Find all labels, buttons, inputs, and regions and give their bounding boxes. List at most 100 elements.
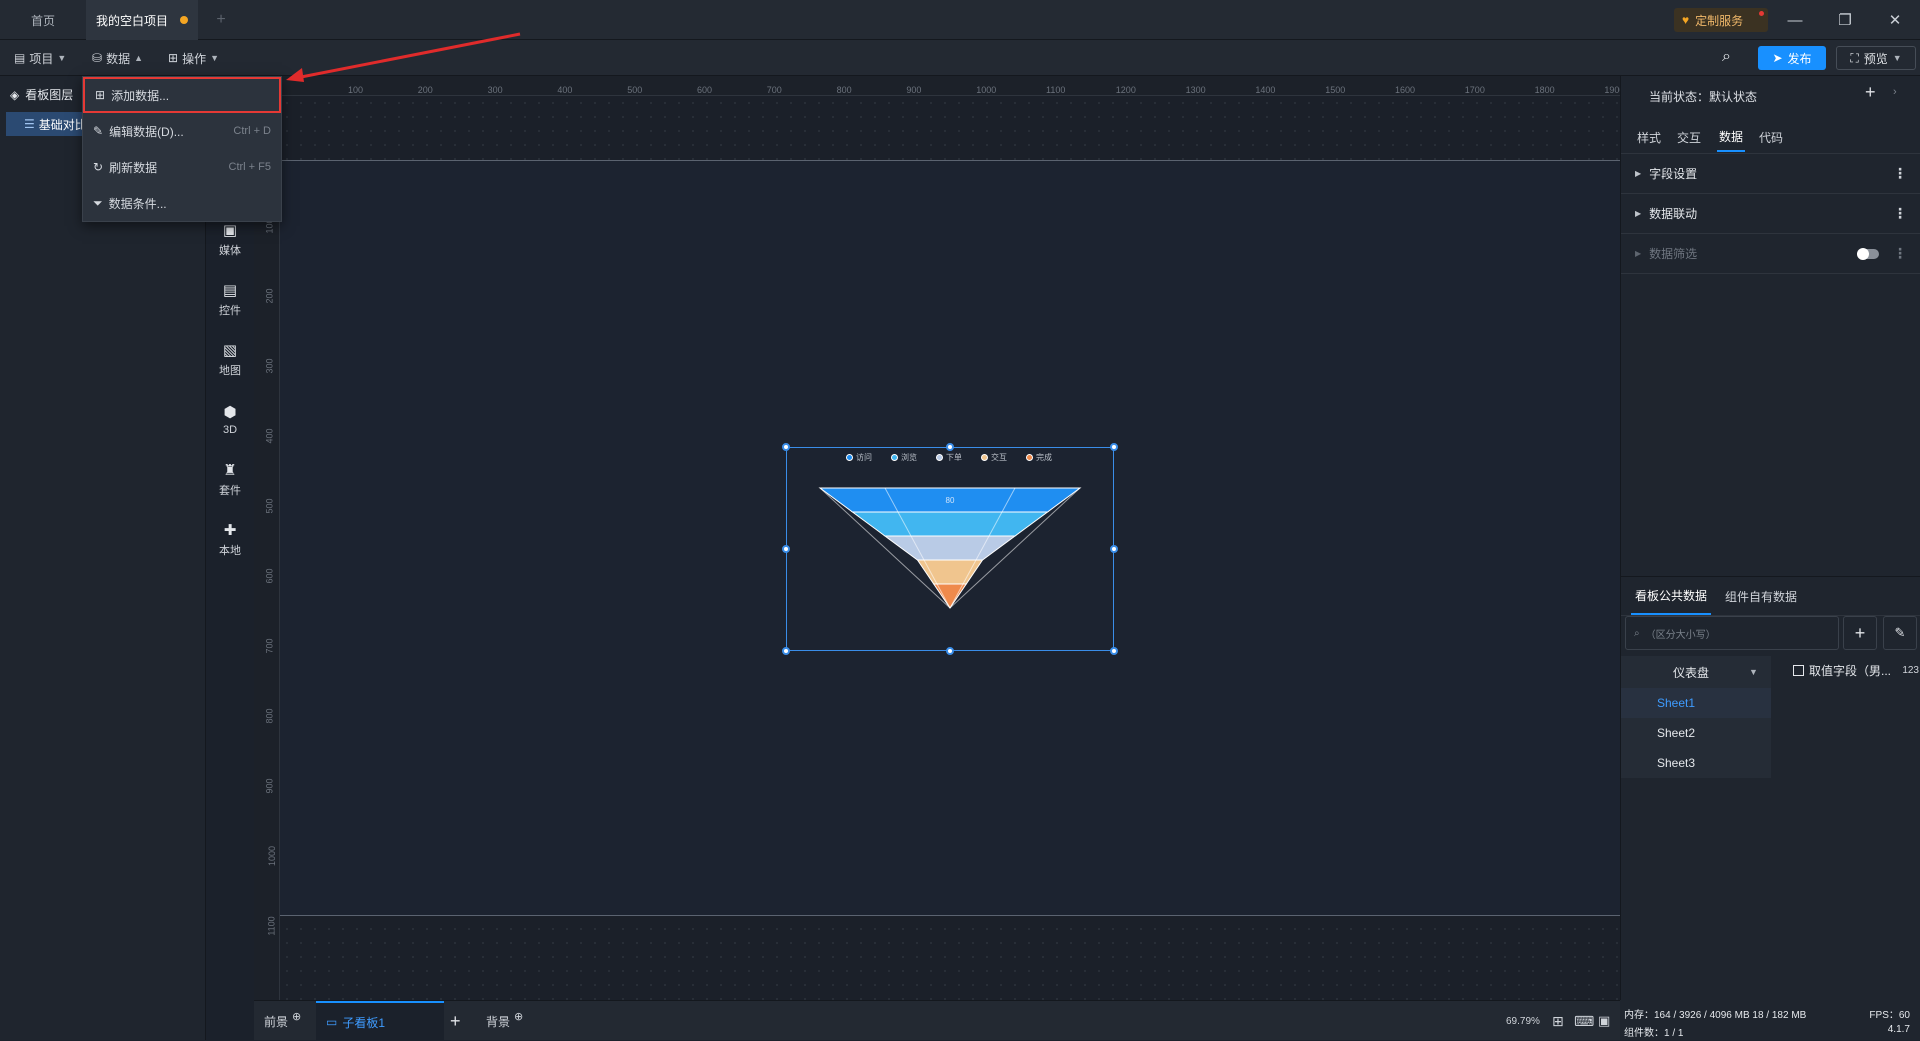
tab-public-data[interactable]: 看板公共数据 [1631, 577, 1712, 615]
add-data-button[interactable]: + [1843, 616, 1877, 650]
chevron-down-icon: ▼ [1892, 53, 1902, 63]
sheet-item[interactable]: Sheet1 [1621, 688, 1771, 718]
tab-interaction[interactable]: 交互 [1677, 122, 1701, 152]
field-checkbox[interactable] [1793, 665, 1804, 676]
category-3d[interactable]: ⬢ 3D [206, 390, 254, 448]
ruler-tick-label: 1100 [266, 916, 277, 936]
funnel-segment[interactable] [916, 559, 984, 585]
foreground-tab[interactable]: 前景 ⊕ [264, 1001, 301, 1041]
chevron-right-icon[interactable]: › [1893, 86, 1897, 98]
ruler-tick-label: 500 [627, 85, 643, 95]
source-select[interactable]: 仪表盘 ▼ [1621, 656, 1771, 688]
close-button[interactable]: ✕ [1870, 0, 1920, 40]
resize-handle-bl[interactable] [782, 647, 790, 655]
add-circle-icon[interactable]: ⊕ [292, 1010, 301, 1023]
resize-handle-tl[interactable] [782, 443, 790, 451]
ruler-tick-label: 1000 [267, 845, 278, 867]
add-circle-icon[interactable]: ⊕ [514, 1010, 523, 1023]
refresh-data-menu-item[interactable]: ↻ 刷新数据 Ctrl + F5 [83, 149, 281, 185]
legend-marker [891, 453, 898, 461]
category-kit[interactable]: ♜ 套件 [206, 450, 254, 508]
tab-project[interactable]: 我的空白项目 [86, 0, 198, 40]
legend-item[interactable]: 下单 [936, 451, 962, 463]
resize-handle-top[interactable] [946, 443, 954, 451]
add-data-menu-item[interactable]: ⊞ 添加数据... [83, 77, 281, 113]
zoom-level[interactable]: 69.79% [1506, 1001, 1540, 1041]
funnel-segment[interactable] [850, 511, 1050, 537]
tab-style[interactable]: 样式 [1637, 122, 1661, 152]
edit-icon[interactable]: ✎ [1883, 616, 1917, 650]
publish-button[interactable]: ➤ 发布 [1758, 46, 1826, 70]
data-menu[interactable]: ⛁ 数据 ▲ [92, 40, 143, 76]
publish-label: 发布 [1787, 51, 1812, 66]
category-3d-label: 3D [222, 423, 238, 436]
field-row[interactable]: 取值字段（男... 123 [1793, 662, 1919, 679]
sub-board-tab[interactable]: ▭ 子看板1 [316, 1001, 444, 1041]
sheet-item[interactable]: Sheet3 [1621, 748, 1771, 778]
category-local[interactable]: ✚ 本地 [206, 510, 254, 568]
field-settings-label: 字段设置 [1649, 167, 1698, 181]
operation-menu[interactable]: ⊞ 操作 ▼ [168, 40, 219, 76]
restore-button[interactable]: ❐ [1820, 0, 1870, 40]
project-menu-label: 项目 [29, 51, 54, 66]
caret-right-icon: ▶ [1635, 209, 1642, 218]
field-settings-section[interactable]: ▶ 字段设置 ⋮ [1621, 154, 1920, 194]
bottom-bar: 前景 ⊕ ▭ 子看板1 + 背景 ⊕ 69.79% ⊞ ⌨ ▣ [254, 1000, 1620, 1041]
minimize-button[interactable]: — [1770, 0, 1820, 40]
filter-toggle[interactable] [1857, 247, 1879, 260]
category-map[interactable]: ▧ 地图 [206, 330, 254, 388]
ruler-tick-label: 1600 [1395, 85, 1416, 95]
media-icon: ▣ [222, 221, 238, 239]
legend-label: 完成 [1036, 452, 1052, 462]
status-panel: 内存：164 / 3926 / 4096 MB 18 / 182 MB FPS：… [1620, 1000, 1920, 1040]
search-placeholder: （区分大小写） [1645, 629, 1716, 641]
preview-button[interactable]: ⛶ 预览 ▼ [1836, 46, 1916, 70]
vertical-ruler[interactable]: 100 200 300 400 500 600 700 800 900 1000 1100 [254, 96, 280, 1000]
resize-handle-br[interactable] [1110, 647, 1118, 655]
data-condition-menu-item[interactable]: ⏷ 数据条件... [83, 185, 281, 221]
operation-menu-label: 操作 [182, 51, 207, 66]
ruler-tick-label: 1000 [976, 85, 997, 95]
resize-handle-bottom[interactable] [946, 647, 954, 655]
funnel-segment[interactable] [883, 535, 1017, 561]
legend-item[interactable]: 访问 [846, 451, 872, 463]
resize-handle-tr[interactable] [1110, 443, 1118, 451]
tab-own-data[interactable]: 组件自有数据 [1725, 577, 1797, 615]
edit-data-menu-item[interactable]: ✎ 编辑数据(D)... Ctrl + D [83, 113, 281, 149]
terminal-icon[interactable]: ▣ [1598, 1013, 1610, 1029]
data-linkage-section[interactable]: ▶ 数据联动 ⋮ [1621, 194, 1920, 234]
layer-item[interactable]: ☰ 基础对比 [6, 112, 84, 136]
background-tab[interactable]: 背景 ⊕ [486, 1001, 523, 1041]
chart-legend: 访问 浏览 下单 交互 完成 [846, 451, 1086, 463]
add-board-button[interactable]: + [450, 1001, 461, 1041]
sheet-item[interactable]: Sheet2 [1621, 718, 1771, 748]
tab-code[interactable]: 代码 [1759, 122, 1783, 152]
data-dropdown-menu: ⊞ 添加数据... ✎ 编辑数据(D)... Ctrl + D ↻ 刷新数据 Ctrl +… [82, 76, 282, 222]
search-icon[interactable]: ⌕ [1722, 48, 1731, 66]
data-filter-section[interactable]: ▶ 数据筛选 ⋮ [1621, 234, 1920, 274]
ruler-tick-label: 600 [264, 568, 275, 584]
fps-status: FPS：60 [1869, 1010, 1910, 1021]
shirt-icon: ♜ [223, 461, 237, 479]
more-icon[interactable]: ⋮ [1893, 165, 1907, 182]
data-search-input[interactable]: ⌕ （区分大小写） [1625, 616, 1839, 650]
tab-home[interactable]: 首页 [0, 0, 86, 40]
monitor-icon: ▭ [326, 1015, 338, 1029]
more-icon[interactable]: ⋮ [1893, 205, 1907, 222]
custom-service-button[interactable]: ♥ 定制服务 [1674, 8, 1768, 32]
project-menu[interactable]: ▤ 项目 ▼ [14, 40, 66, 76]
fit-screen-icon[interactable]: ⊞ [1552, 1013, 1564, 1030]
tab-data[interactable]: 数据 [1717, 122, 1746, 152]
legend-marker [1026, 453, 1033, 461]
legend-item[interactable]: 浏览 [891, 451, 917, 463]
legend-item[interactable]: 完成 [1026, 451, 1052, 463]
legend-item[interactable]: 交互 [981, 451, 1007, 463]
more-icon[interactable]: ⋮ [1893, 245, 1907, 262]
add-state-button[interactable]: + [1865, 82, 1876, 103]
legend-label: 交互 [991, 452, 1007, 462]
new-tab-button[interactable]: + [206, 0, 236, 40]
category-controls[interactable]: ▤ 控件 [206, 270, 254, 328]
component-count: 组件数：1 / 1 [1624, 1028, 1684, 1039]
keyboard-icon[interactable]: ⌨ [1574, 1013, 1594, 1030]
ruler-tick-label: 400 [557, 85, 573, 95]
